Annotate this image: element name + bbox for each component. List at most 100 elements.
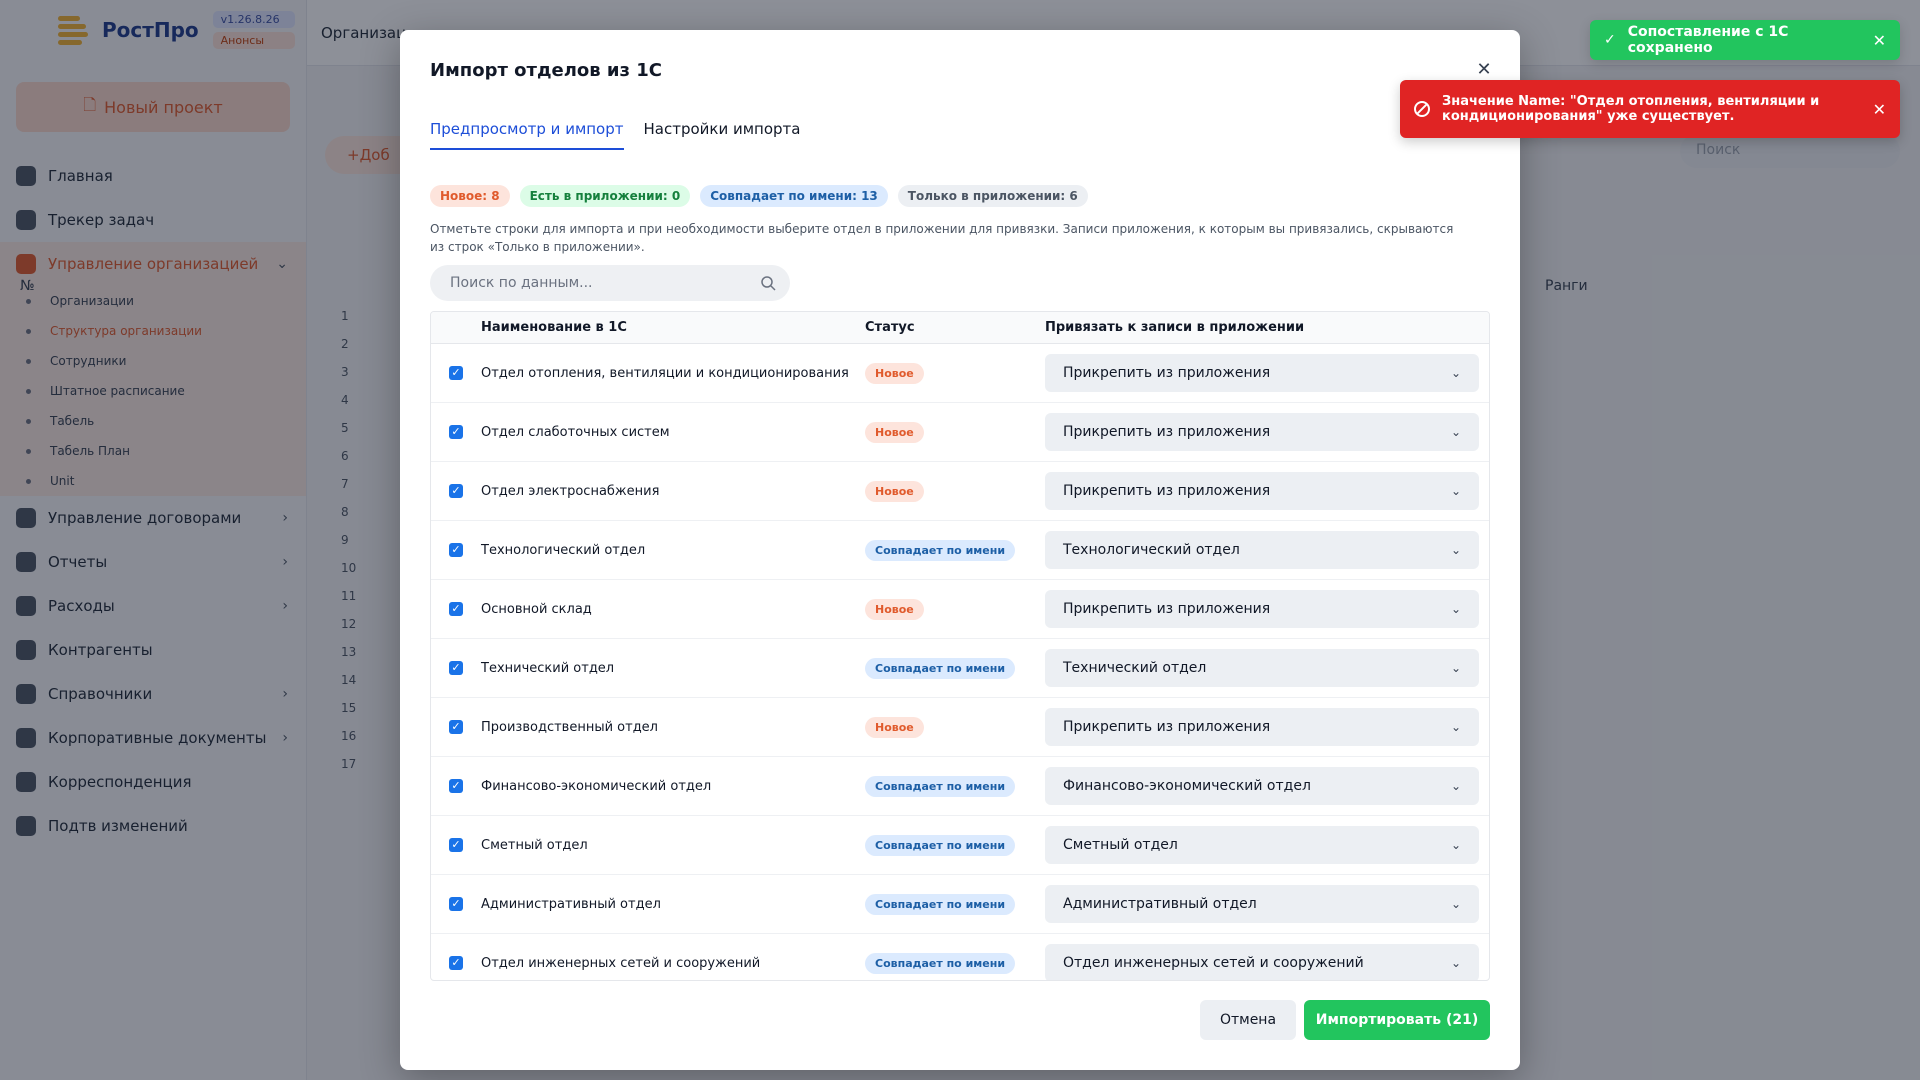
chevron-down-icon: ⌄: [1450, 838, 1461, 852]
error-icon: [1414, 101, 1430, 117]
close-icon[interactable]: ✕: [1873, 100, 1886, 119]
table-row: ✓ Технический отдел Совпадает по имени Техн…: [431, 639, 1489, 698]
tab-import-settings[interactable]: Настройки импорта: [644, 120, 801, 150]
badge-only-in-app[interactable]: Только в приложении: 6: [897, 185, 1088, 207]
status-badge: Совпадает по имени: [865, 952, 1016, 974]
link-select[interactable]: Прикрепить из приложения ⌄: [1045, 354, 1479, 392]
chevron-down-icon: ⌄: [1450, 543, 1461, 557]
status-badge: Новое: [865, 362, 924, 384]
error-toast-message: Значение Name: "Отдел отопления, вентиля…: [1442, 94, 1820, 124]
link-select[interactable]: Прикрепить из приложения ⌄: [1045, 590, 1479, 628]
table-row: ✓ Основной склад Новое Прикрепить из прилож…: [431, 580, 1489, 639]
link-select-value: Сметный отдел: [1063, 837, 1178, 853]
chevron-down-icon: ⌄: [1450, 602, 1461, 616]
summary-badges: Новое: 8 Есть в приложении: 0 Совпадает …: [430, 185, 1088, 207]
table-row: ✓ Административный отдел Совпадает по имен…: [431, 875, 1489, 934]
status-badge: Новое: [865, 598, 924, 620]
row-checkbox[interactable]: ✓: [449, 543, 463, 557]
link-select[interactable]: Прикрепить из приложения ⌄: [1045, 472, 1479, 510]
link-select[interactable]: Технический отдел ⌄: [1045, 649, 1479, 687]
close-icon[interactable]: ✕: [1873, 31, 1886, 50]
row-checkbox[interactable]: ✓: [449, 425, 463, 439]
check-icon: ✓: [1604, 32, 1616, 48]
link-select-value: Прикрепить из приложения: [1063, 719, 1271, 735]
import-table: Наименование в 1С Статус Привязать к зап…: [430, 311, 1490, 981]
link-select[interactable]: Прикрепить из приложения ⌄: [1045, 708, 1479, 746]
link-select[interactable]: Технологический отдел ⌄: [1045, 531, 1479, 569]
link-select[interactable]: Прикрепить из приложения ⌄: [1045, 413, 1479, 451]
row-checkbox[interactable]: ✓: [449, 661, 463, 675]
row-checkbox[interactable]: ✓: [449, 602, 463, 616]
row-name: Отдел слаботочных систем: [481, 424, 670, 440]
success-toast-message: Сопоставление с 1С сохранено: [1627, 24, 1789, 56]
table-row: ✓ Технологический отдел Совпадает по имени…: [431, 521, 1489, 580]
badge-exists[interactable]: Есть в приложении: 0: [519, 185, 691, 207]
status-badge: Совпадает по имени: [865, 834, 1016, 856]
link-select[interactable]: Отдел инженерных сетей и сооружений ⌄: [1045, 944, 1479, 980]
link-select-value: Прикрепить из приложения: [1063, 601, 1271, 617]
link-select-value: Административный отдел: [1063, 896, 1257, 912]
search-field: [430, 265, 790, 301]
link-select-value: Технический отдел: [1063, 660, 1207, 676]
link-select-value: Технологический отдел: [1063, 542, 1240, 558]
table-header: Наименование в 1С Статус Привязать к зап…: [431, 312, 1489, 344]
search-icon[interactable]: [760, 275, 776, 291]
row-checkbox[interactable]: ✓: [449, 720, 463, 734]
chevron-down-icon: ⌄: [1450, 956, 1461, 970]
link-select[interactable]: Финансово-экономический отдел ⌄: [1045, 767, 1479, 805]
search-input[interactable]: [450, 275, 760, 291]
success-toast: ✓ Сопоставление с 1С сохранено ✕: [1590, 20, 1900, 60]
link-select[interactable]: Административный отдел ⌄: [1045, 885, 1479, 923]
status-badge: Совпадает по имени: [865, 657, 1016, 679]
link-select-value: Прикрепить из приложения: [1063, 365, 1271, 381]
modal-title: Импорт отделов из 1С: [430, 60, 662, 81]
link-select-value: Отдел инженерных сетей и сооружений: [1063, 955, 1364, 971]
row-name: Отдел инженерных сетей и сооружений: [481, 955, 761, 971]
row-checkbox[interactable]: ✓: [449, 838, 463, 852]
row-name: Отдел электроснабжения: [481, 483, 660, 499]
table-row: ✓ Производственный отдел Новое Прикрепить и…: [431, 698, 1489, 757]
close-icon[interactable]: ✕: [1474, 60, 1494, 80]
column-link: Привязать к записи в приложении: [1045, 320, 1305, 335]
status-badge: Совпадает по имени: [865, 893, 1016, 915]
row-checkbox[interactable]: ✓: [449, 366, 463, 380]
status-badge: Совпадает по имени: [865, 539, 1016, 561]
modal-tabs: Предпросмотр и импорт Настройки импорта: [430, 120, 800, 150]
row-checkbox[interactable]: ✓: [449, 484, 463, 498]
link-select-value: Прикрепить из приложения: [1063, 424, 1271, 440]
import-button[interactable]: Импортировать (21): [1304, 1000, 1490, 1040]
link-select[interactable]: Сметный отдел ⌄: [1045, 826, 1479, 864]
table-row: ✓ Сметный отдел Совпадает по имени Сметный …: [431, 816, 1489, 875]
row-checkbox[interactable]: ✓: [449, 897, 463, 911]
row-name: Административный отдел: [481, 896, 661, 912]
status-badge: Совпадает по имени: [865, 775, 1016, 797]
badge-new[interactable]: Новое: 8: [430, 185, 510, 207]
status-badge: Новое: [865, 716, 924, 738]
row-name: Технологический отдел: [481, 542, 646, 558]
tab-preview-import[interactable]: Предпросмотр и импорт: [430, 120, 624, 150]
cancel-button[interactable]: Отмена: [1200, 1000, 1296, 1040]
table-row: ✓ Финансово-экономический отдел Совпадает …: [431, 757, 1489, 816]
import-hint: Отметьте строки для импорта и при необхо…: [430, 222, 1454, 254]
chevron-down-icon: ⌄: [1450, 720, 1461, 734]
row-checkbox[interactable]: ✓: [449, 956, 463, 970]
table-row: ✓ Отдел электроснабжения Новое Прикрепить и…: [431, 462, 1489, 521]
error-toast: Значение Name: "Отдел отопления, вентиля…: [1400, 80, 1900, 138]
chevron-down-icon: ⌄: [1450, 661, 1461, 675]
column-name: Наименование в 1С: [481, 320, 627, 335]
row-name: Технический отдел: [481, 660, 615, 676]
status-badge: Новое: [865, 421, 924, 443]
row-checkbox[interactable]: ✓: [449, 779, 463, 793]
chevron-down-icon: ⌄: [1450, 897, 1461, 911]
chevron-down-icon: ⌄: [1450, 366, 1461, 380]
chevron-down-icon: ⌄: [1450, 425, 1461, 439]
row-name: Отдел отопления, вентиляции и кондициони…: [481, 365, 849, 381]
row-name: Финансово-экономический отдел: [481, 778, 712, 794]
row-name: Производственный отдел: [481, 719, 658, 735]
import-modal: Импорт отделов из 1С ✕ Предпросмотр и им…: [400, 30, 1520, 1070]
table-row: ✓ Отдел отопления, вентиляции и кондицион…: [431, 344, 1489, 403]
chevron-down-icon: ⌄: [1450, 484, 1461, 498]
table-row: ✓ Отдел слаботочных систем Новое Прикрепить…: [431, 403, 1489, 462]
row-name: Основной склад: [481, 601, 592, 617]
badge-match[interactable]: Совпадает по имени: 13: [700, 185, 888, 207]
